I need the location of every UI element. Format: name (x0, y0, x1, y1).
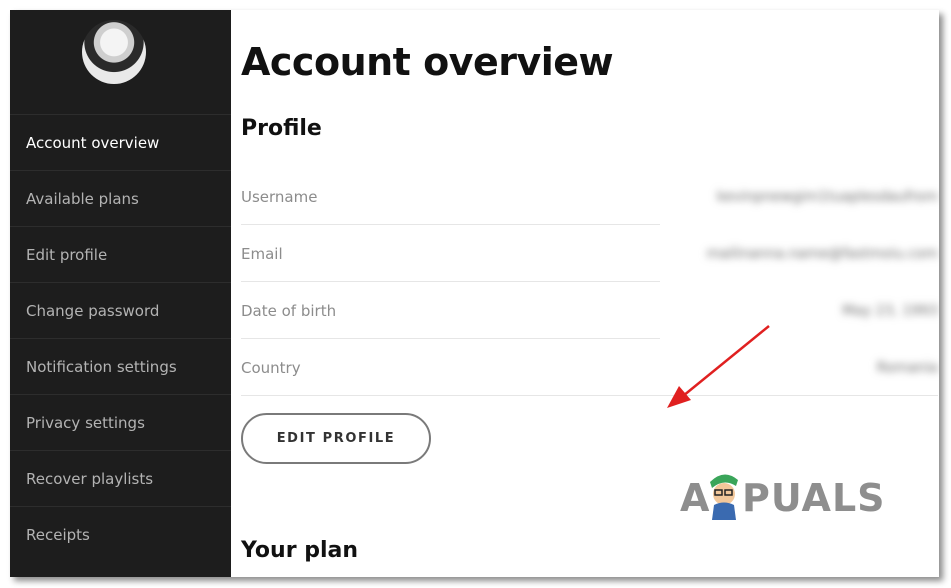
sidebar-nav: Account overview Available plans Edit pr… (10, 114, 231, 562)
profile-row-country: Country Romania (241, 339, 938, 396)
app-window: Account overview Available plans Edit pr… (10, 10, 939, 577)
divider (241, 395, 938, 396)
sidebar-item-label: Account overview (26, 133, 160, 152)
sidebar-item-available-plans[interactable]: Available plans (10, 170, 231, 226)
sidebar-item-account-overview[interactable]: Account overview (10, 114, 231, 170)
sidebar-item-edit-profile[interactable]: Edit profile (10, 226, 231, 282)
sidebar-item-label: Notification settings (26, 357, 177, 376)
arrow-shaft (682, 325, 770, 397)
field-label: Email (241, 244, 283, 263)
sidebar-item-label: Privacy settings (26, 413, 145, 432)
field-label: Username (241, 187, 318, 206)
sidebar-item-label: Available plans (26, 189, 139, 208)
sidebar-item-label: Recover playlists (26, 469, 154, 488)
your-plan-heading: Your plan (241, 538, 358, 563)
field-label: Date of birth (241, 301, 337, 320)
mascot-logo-icon (710, 474, 738, 520)
field-value: Romania (876, 359, 938, 376)
edit-profile-button[interactable]: EDIT PROFILE (241, 413, 431, 464)
sidebar-item-label: Change password (26, 301, 160, 320)
sidebar-item-label: Edit profile (26, 245, 108, 264)
field-value: kevinpnewgim1tuaplesdaufrom (717, 188, 938, 205)
sidebar: Account overview Available plans Edit pr… (10, 10, 231, 577)
profile-heading: Profile (241, 116, 322, 141)
profile-row-email: Email mailinanna.name@fastmoiu.com (241, 225, 938, 282)
sidebar-item-privacy-settings[interactable]: Privacy settings (10, 394, 231, 450)
profile-row-username: Username kevinpnewgim1tuaplesdaufrom (241, 168, 938, 225)
watermark: A PUALS (680, 468, 890, 528)
field-label: Country (241, 358, 301, 377)
avatar[interactable] (82, 20, 146, 84)
sidebar-item-notification-settings[interactable]: Notification settings (10, 338, 231, 394)
arrow-head (667, 386, 691, 408)
sidebar-item-label: Receipts (26, 525, 90, 544)
page-title: Account overview (241, 40, 614, 84)
field-value: May 23, 1993 (842, 302, 938, 319)
sidebar-item-recover-playlists[interactable]: Recover playlists (10, 450, 231, 506)
sidebar-item-receipts[interactable]: Receipts (10, 506, 231, 562)
red-arrow-annotation (667, 325, 770, 408)
field-value: mailinanna.name@fastmoiu.com (706, 245, 938, 262)
watermark-text-a: A (680, 476, 710, 520)
watermark-text-b: PUALS (742, 476, 886, 520)
sidebar-item-change-password[interactable]: Change password (10, 282, 231, 338)
profile-row-date-of-birth: Date of birth May 23, 1993 (241, 282, 938, 339)
